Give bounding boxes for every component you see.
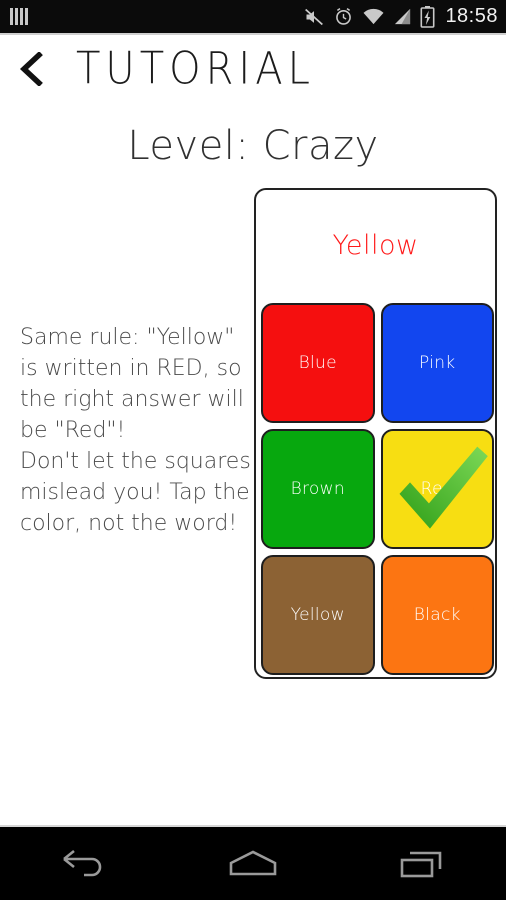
color-tile-grid: Blue Pink Brown Red Yellow Black [261, 303, 494, 675]
color-tile[interactable]: Blue [261, 303, 375, 423]
wifi-icon [363, 8, 384, 25]
alarm-clock-icon [336, 7, 352, 25]
color-tile[interactable]: Yellow [261, 555, 375, 675]
cellular-signal-icon [395, 8, 411, 25]
color-tile-label: Brown [290, 479, 345, 499]
back-button[interactable] [4, 41, 60, 97]
chevron-left-icon [19, 52, 43, 86]
android-nav-bar [0, 827, 506, 900]
color-tile[interactable]: Pink [380, 303, 494, 423]
color-tile[interactable]: Red [380, 429, 494, 549]
color-tile-label: Pink [419, 353, 456, 373]
status-bar-right-icons: 18:58 [303, 5, 498, 28]
nav-back-button[interactable] [34, 834, 134, 894]
level-heading: Level: Crazy [127, 123, 379, 169]
battery-charging-icon [420, 5, 435, 28]
page-title: TUTORIAL [76, 43, 315, 95]
nav-home-button[interactable] [203, 834, 303, 894]
nav-recents-button[interactable] [372, 834, 472, 894]
tutorial-description: Same rule: "Yellow" is written in RED, s… [20, 325, 251, 536]
color-tile[interactable]: Brown [261, 429, 375, 549]
color-tile-label: Blue [298, 353, 337, 373]
back-arrow-icon [63, 849, 102, 876]
game-preview-card: Yellow Blue Pink Brown Red Yellow Black [254, 188, 497, 679]
app-bar: TUTORIAL [0, 35, 506, 103]
color-tile-label: Red [420, 479, 454, 499]
prompt-word: Yellow [332, 230, 419, 261]
color-tile[interactable]: Black [380, 555, 494, 675]
color-tile-label: Yellow [290, 605, 345, 625]
color-tile-label: Black [413, 605, 461, 625]
status-bar: 18:58 [0, 0, 506, 33]
recents-icon [400, 851, 441, 877]
status-bar-clock: 18:58 [445, 5, 498, 27]
home-icon [229, 850, 277, 875]
volume-muted-icon [305, 8, 324, 25]
signal-bars-icon [10, 8, 28, 25]
status-bar-left-icons [10, 8, 28, 25]
